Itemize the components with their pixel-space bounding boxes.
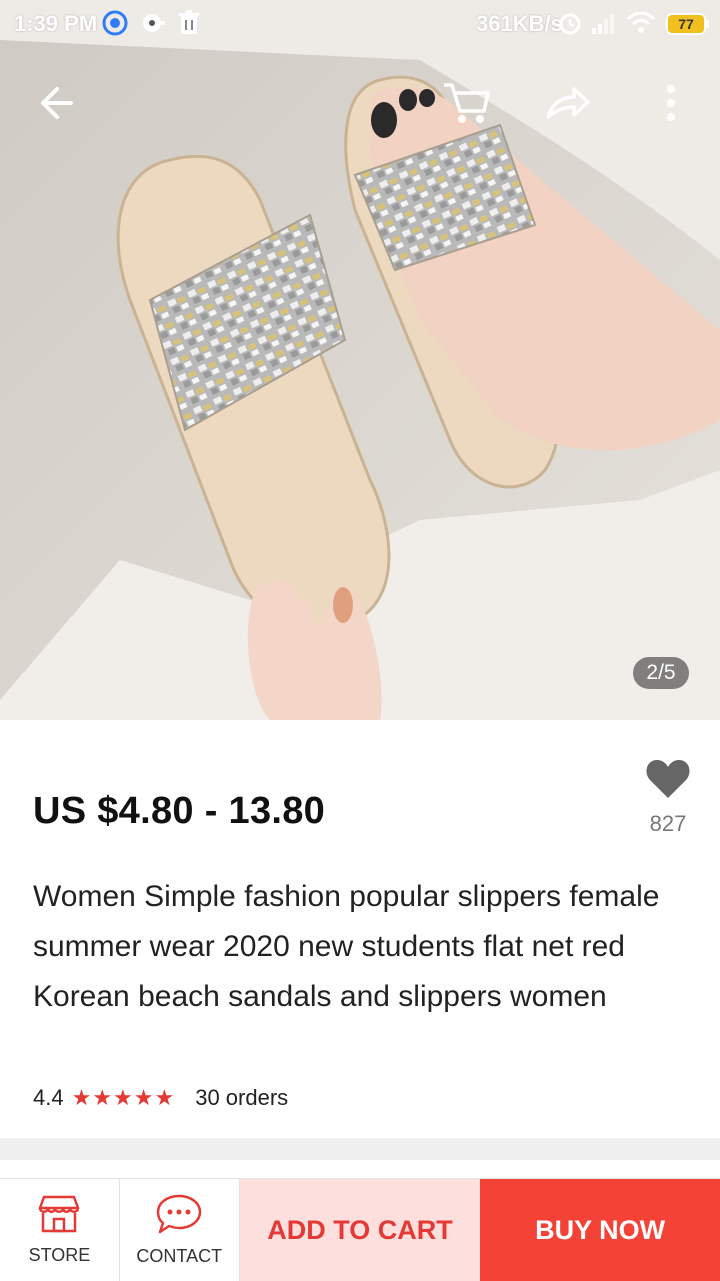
rating-value: 4.4 <box>33 1085 64 1110</box>
product-photo <box>0 0 720 720</box>
chat-icon <box>155 1193 203 1240</box>
messenger-icon <box>102 10 128 42</box>
orders-count: 30 orders <box>195 1085 289 1110</box>
trash-icon <box>178 10 200 42</box>
bottom-action-bar: STORE CONTACT ADD TO CART BUY NOW <box>0 1178 720 1281</box>
alarm-icon <box>557 10 583 42</box>
back-arrow-icon <box>37 83 77 128</box>
share-button[interactable] <box>536 74 598 136</box>
wifi-icon <box>626 10 656 42</box>
rating-stars: ★★★★★ <box>71 1085 176 1110</box>
more-vertical-icon <box>665 83 677 128</box>
back-button[interactable] <box>26 74 88 136</box>
store-label: STORE <box>28 1245 91 1265</box>
cart-icon <box>440 79 492 132</box>
more-options-button[interactable] <box>640 74 702 136</box>
buy-now-button[interactable]: BUY NOW <box>480 1179 720 1281</box>
wishlist-button[interactable]: 827 <box>640 758 696 848</box>
share-icon <box>542 83 592 128</box>
cart-button[interactable] <box>435 74 497 136</box>
image-page-indicator: 2/5 <box>633 657 689 689</box>
status-bar: 1:39 PM 361KB/s 77 <box>0 0 720 48</box>
contact-button[interactable]: CONTACT <box>120 1179 240 1281</box>
battery-icon: 77 <box>666 12 710 42</box>
product-title: Women Simple fashion popular slippers fe… <box>33 880 660 1013</box>
heart-icon <box>645 760 691 804</box>
signal-icon <box>590 10 618 42</box>
status-time: 1:39 PM <box>14 11 98 36</box>
store-icon <box>36 1194 82 1239</box>
add-to-cart-button[interactable]: ADD TO CART <box>239 1179 481 1281</box>
product-price: US $4.80 - 13.80 <box>33 790 326 832</box>
wishlist-count: 827 <box>649 811 687 836</box>
rating-row[interactable]: 4.4 ★★★★★ 30 orders <box>33 1082 288 1114</box>
network-speed: 361KB/s <box>476 11 563 36</box>
product-image-gallery[interactable]: 1:39 PM 361KB/s 77 2/5 <box>0 0 720 720</box>
battery-level: 77 <box>678 16 694 32</box>
chat-bubble-icon <box>140 10 166 42</box>
contact-label: CONTACT <box>136 1246 223 1266</box>
store-button[interactable]: STORE <box>0 1179 120 1281</box>
section-divider <box>0 1138 720 1160</box>
